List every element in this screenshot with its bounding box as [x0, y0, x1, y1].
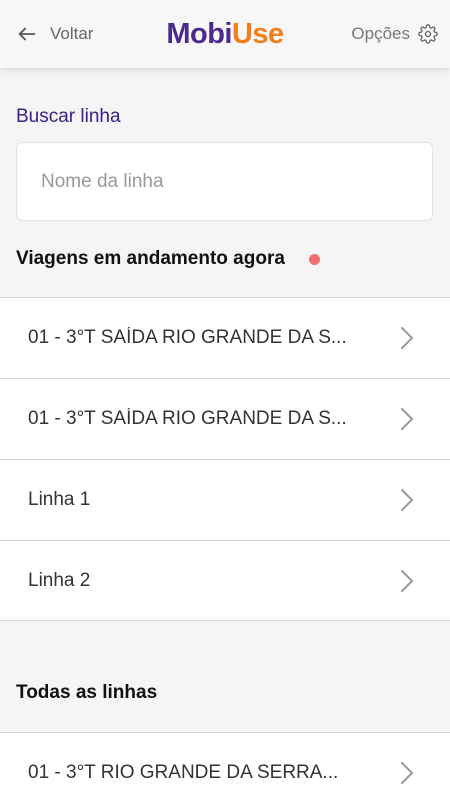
options-button[interactable]: Opções: [351, 24, 438, 44]
search-input[interactable]: [41, 170, 432, 193]
ongoing-title-text: Viagens em andamento agora: [16, 248, 285, 269]
app-logo: MobiUse: [166, 17, 284, 51]
app-header: Voltar MobiUse Opções: [0, 0, 450, 68]
list-item[interactable]: 01 - 3°T SAÍDA RIO GRANDE DA S...: [0, 378, 450, 459]
all-lines-list: 01 - 3°T RIO GRANDE DA SERRA...: [0, 732, 450, 800]
list-item[interactable]: Linha 2: [0, 540, 450, 621]
logo-part-mobi: Mobi: [166, 17, 232, 50]
live-indicator-dot: [308, 253, 320, 265]
list-item-label: 01 - 3°T SAÍDA RIO GRANDE DA S...: [28, 408, 347, 429]
list-item[interactable]: Linha 1: [0, 459, 450, 540]
all-lines-section-title: Todas as linhas: [16, 682, 157, 704]
main-content: Buscar linha Viagens em andamento agora …: [0, 68, 450, 800]
search-label: Buscar linha: [16, 106, 121, 127]
arrow-left-icon: [18, 27, 36, 41]
list-item-label: 01 - 3°T RIO GRANDE DA SERRA...: [28, 761, 339, 783]
options-label: Opções: [351, 24, 410, 43]
list-item-label: Linha 2: [28, 569, 91, 591]
back-label: Voltar: [50, 24, 94, 43]
back-button[interactable]: Voltar: [16, 23, 93, 45]
chevron-right-icon: [401, 327, 413, 349]
ongoing-section-title: Viagens em andamento agora: [16, 248, 320, 270]
all-lines-title-text: Todas as linhas: [16, 682, 158, 703]
search-box[interactable]: [16, 142, 433, 221]
chevron-right-icon: [401, 569, 413, 592]
chevron-right-icon: [401, 489, 413, 511]
list-item[interactable]: 01 - 3°T RIO GRANDE DA SERRA...: [0, 732, 450, 800]
chevron-right-icon: [401, 408, 413, 430]
logo-part-use: Use: [231, 17, 284, 50]
ongoing-trips-list: 01 - 3°T SAÍDA RIO GRANDE DA S... 01 - 3…: [0, 297, 450, 621]
list-item-label: Linha 1: [28, 489, 91, 510]
list-item[interactable]: 01 - 3°T SAÍDA RIO GRANDE DA S...: [0, 297, 450, 378]
list-item-label: 01 - 3°T SAÍDA RIO GRANDE DA S...: [28, 327, 347, 348]
gear-icon: [418, 24, 438, 44]
chevron-right-icon: [401, 761, 413, 784]
